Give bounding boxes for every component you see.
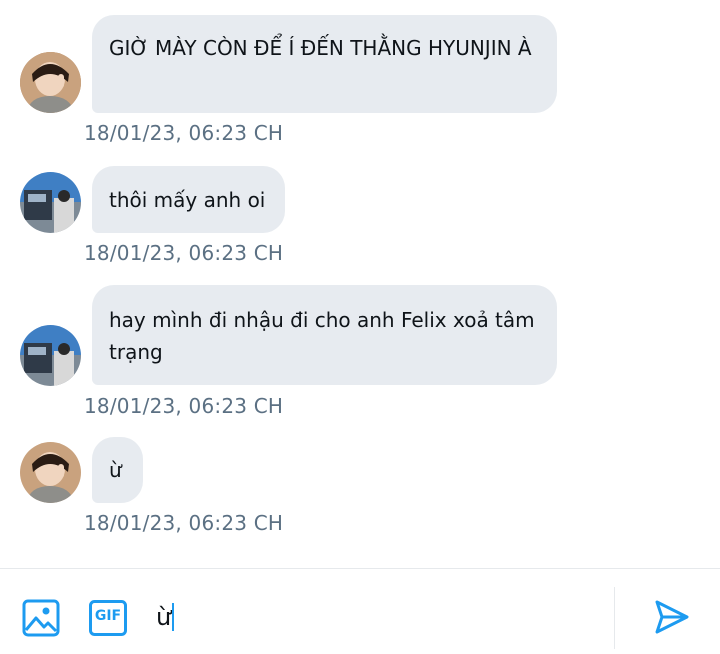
message-text: hay mình đi nhậu đi cho anh Felix xoả tâ…: [109, 308, 535, 364]
message-composer: GIF ừ: [0, 569, 720, 654]
message-bubble[interactable]: thôi mấy anh oi: [92, 166, 285, 233]
message-bubble[interactable]: hay mình đi nhậu đi cho anh Felix xoả tâ…: [92, 285, 557, 385]
message-bubble[interactable]: GIỜ MÀY CÒN ĐỂ Í ĐẾN THẰNG HYUNJIN À: [92, 15, 557, 113]
message-text: GIỜ MÀY CÒN ĐỂ Í ĐẾN THẰNG HYUNJIN À: [109, 36, 532, 60]
message-timestamp: 18/01/23, 06:23 CH: [84, 121, 284, 145]
message-input[interactable]: ừ: [156, 602, 175, 632]
message-timestamp: 18/01/23, 06:23 CH: [84, 241, 284, 265]
message-text: thôi mấy anh oi: [109, 188, 266, 212]
gif-label: GIF: [94, 608, 122, 624]
avatar[interactable]: [20, 172, 81, 233]
avatar[interactable]: [20, 325, 81, 386]
image-icon[interactable]: [22, 599, 60, 641]
gif-icon[interactable]: GIF: [89, 600, 127, 640]
message-timestamp: 18/01/23, 06:23 CH: [84, 511, 284, 535]
message-timestamp: 18/01/23, 06:23 CH: [84, 394, 284, 418]
message-bubble[interactable]: ừ: [92, 437, 143, 503]
text-caret: [172, 603, 175, 631]
avatar[interactable]: [20, 442, 81, 503]
send-icon[interactable]: [654, 599, 690, 639]
message-input-value: ừ: [156, 603, 172, 631]
avatar[interactable]: [20, 52, 81, 113]
message-text: ừ: [109, 458, 122, 482]
send-separator: [614, 587, 615, 649]
